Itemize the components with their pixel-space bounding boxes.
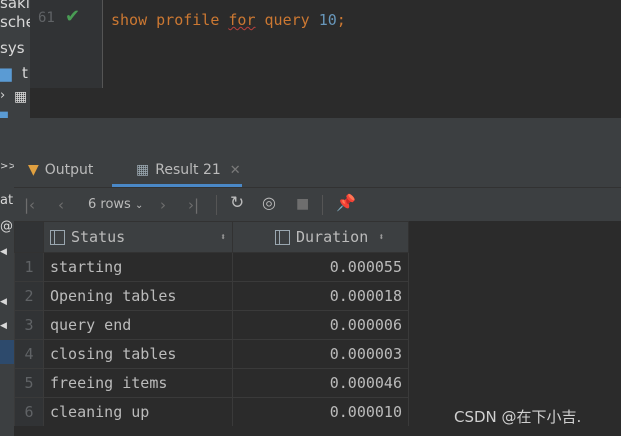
sort-icon[interactable]: ⬍ [220,232,226,243]
result-grid: Status ⬍ Duration ⬍ 1 starting 0.000055 2 Open… [14,221,411,427]
speaker-icon: ◀ [0,247,7,257]
duration-cell[interactable]: 0.000018 [232,281,409,311]
rows-count-label: 6 rows [88,197,131,212]
last-page-icon[interactable]: ›| [188,196,199,214]
refresh-icon[interactable]: ↻ [230,193,244,213]
column-icon [275,229,290,245]
editor-gutter: 61 ✔ [30,0,102,88]
duration-cell[interactable]: 0.000046 [232,368,409,398]
output-icon: ▼ [28,162,39,178]
sql-editor[interactable]: show profile for query 10; [103,0,621,88]
row-number: 6 [14,397,44,427]
row-number: 3 [14,310,44,340]
table-row[interactable]: 6 cleaning up 0.000010 [14,397,409,427]
folder-icon: ▆ [0,64,12,82]
chevron-down-icon: ⌄ [134,200,144,211]
check-icon: ✔ [65,6,81,27]
keyword-query: query [264,11,310,29]
duration-cell[interactable]: 0.000055 [232,252,409,282]
column-icon [50,229,65,245]
panel-divider[interactable] [0,118,621,154]
tab-output-label: Output [44,162,94,178]
results-toolbar: |‹ ‹ 6 rows ⌄ › ›| ↻ ◎ ■ 📌 [14,188,621,222]
status-cell[interactable]: freeing items [43,368,233,398]
row-number: 2 [14,281,44,311]
tab-result[interactable]: ▦ Result 21 ✕ [124,153,253,187]
semicolon: ; [336,11,346,29]
line-number: 61 [38,10,55,26]
stop-icon[interactable]: ■ [296,196,309,212]
tab-output[interactable]: ▼ Output [28,153,93,187]
tree-item-at[interactable]: @ [0,219,13,234]
watermark: CSDN @在下小吉. [454,408,582,426]
tree-item-data[interactable]: ata [0,193,14,208]
table-row[interactable]: 2 Opening tables 0.000018 [14,281,409,311]
toolbar-separator [322,195,323,215]
active-tab-indicator [112,184,242,187]
tree-item-schema[interactable]: sche [0,13,30,31]
sort-icon[interactable]: ⬍ [378,232,384,243]
duration-cell[interactable]: 0.000010 [232,397,409,427]
table-row[interactable]: 5 freeing items 0.000046 [14,368,409,398]
status-cell[interactable]: Opening tables [43,281,233,311]
column-header-label: Status [71,228,126,246]
column-header-status[interactable]: Status ⬍ [43,221,233,253]
code-line[interactable]: show profile for query 10; [111,11,346,29]
table-icon: ▦ [136,162,150,178]
speaker-icon: ◀ [0,321,7,331]
first-page-icon[interactable]: |‹ [24,196,35,214]
services-side-strip: >> ata @ ◀ ◀ ◀ [0,153,14,436]
table-row[interactable]: 4 closing tables 0.000003 [14,339,409,369]
database-tree-panel: sakil sche sys ▆ t › ▦ ▆ [0,0,30,118]
row-number: 5 [14,368,44,398]
tree-item-sakila[interactable]: sakil [0,0,30,12]
keyword-show: show [111,11,148,29]
editor-empty-area[interactable] [30,88,621,118]
page-size-dropdown[interactable]: 6 rows ⌄ [88,197,143,212]
chevron-right-icon[interactable]: › [0,88,5,103]
chevron-double-icon[interactable]: >> [0,161,14,172]
table-body: 1 starting 0.000055 2 Opening tables 0.000018… [14,252,409,427]
tab-result-label: Result 21 [155,162,221,178]
row-number: 4 [14,339,44,369]
column-header-label: Duration [296,228,369,246]
keyword-profile: profile [156,11,220,29]
number-literal: 10 [318,11,337,29]
next-page-icon[interactable]: › [160,196,166,214]
row-number-header [14,221,44,253]
result-table: Status ⬍ Duration ⬍ 1 starting 0.000055 2 Open… [14,221,409,427]
tree-item-sys[interactable]: sys [0,39,25,57]
query-history-icon[interactable]: ◎ [262,193,276,212]
status-cell[interactable]: query end [43,310,233,340]
speaker-icon: ◀ [0,297,7,307]
duration-cell[interactable]: 0.000003 [232,339,409,369]
status-cell[interactable]: starting [43,252,233,282]
results-tab-bar: ▼ Output ▦ Result 21 ✕ [14,153,621,188]
status-cell[interactable]: cleaning up [43,397,233,427]
folder-icon: ▆ [0,110,8,118]
pin-icon[interactable]: 📌 [336,193,356,212]
grid-footer [14,426,621,436]
tree-item-tables[interactable]: t [22,64,28,82]
status-cell[interactable]: closing tables [43,339,233,369]
table-row[interactable]: 1 starting 0.000055 [14,252,409,282]
toolbar-separator [216,195,217,215]
close-icon[interactable]: ✕ [230,163,241,178]
duration-cell[interactable]: 0.000006 [232,310,409,340]
keyword-for: for [228,11,256,29]
column-header-duration[interactable]: Duration ⬍ [232,221,409,253]
table-icon: ▦ [14,89,28,105]
previous-page-icon[interactable]: ‹ [58,196,64,214]
selected-session-marker [0,340,14,364]
row-number: 1 [14,252,44,282]
table-row[interactable]: 3 query end 0.000006 [14,310,409,340]
table-header-row: Status ⬍ Duration ⬍ [14,221,409,253]
